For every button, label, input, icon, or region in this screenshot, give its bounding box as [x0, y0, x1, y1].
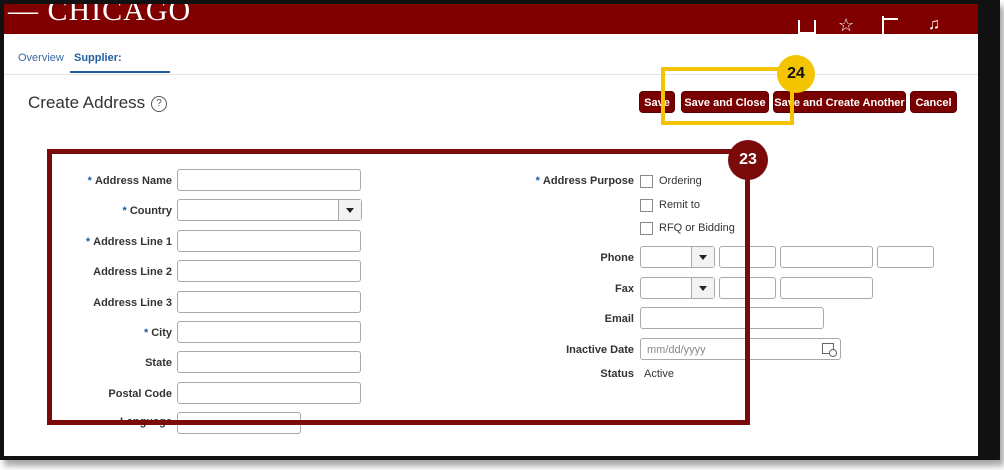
favorites-star-icon[interactable]: ☆ [838, 16, 860, 34]
cancel-button[interactable]: Cancel [910, 91, 957, 113]
screenshot-frame: — CHICAGO ☆ ♫ Overview Supplier: Create … [0, 0, 1000, 460]
fax-number-input[interactable] [780, 277, 873, 299]
phone-number-input[interactable] [780, 246, 873, 268]
callout-23-badge: 23 [728, 140, 768, 180]
flag-icon[interactable] [882, 16, 906, 34]
callout-24-highlight [661, 67, 794, 125]
callout-24-badge: 24 [777, 55, 815, 93]
phone-extension-input[interactable] [877, 246, 934, 268]
global-header: — CHICAGO ☆ ♫ [4, 4, 978, 34]
active-tab-indicator [70, 71, 170, 73]
university-logo: — CHICAGO [8, 4, 192, 27]
callout-23-highlight [47, 149, 750, 425]
tab-supplier[interactable]: Supplier: [74, 52, 122, 64]
help-icon[interactable]: ? [151, 96, 167, 112]
home-icon[interactable] [798, 20, 816, 34]
app-window: — CHICAGO ☆ ♫ Overview Supplier: Create … [4, 4, 978, 456]
header-icons: ☆ ♫ [798, 4, 950, 34]
notifications-bell-icon[interactable]: ♫ [928, 16, 950, 34]
page-title: Create Address [28, 93, 146, 112]
tab-bar: Overview Supplier: [4, 40, 978, 75]
tab-overview[interactable]: Overview [18, 52, 64, 64]
calendar-icon[interactable] [822, 343, 837, 357]
